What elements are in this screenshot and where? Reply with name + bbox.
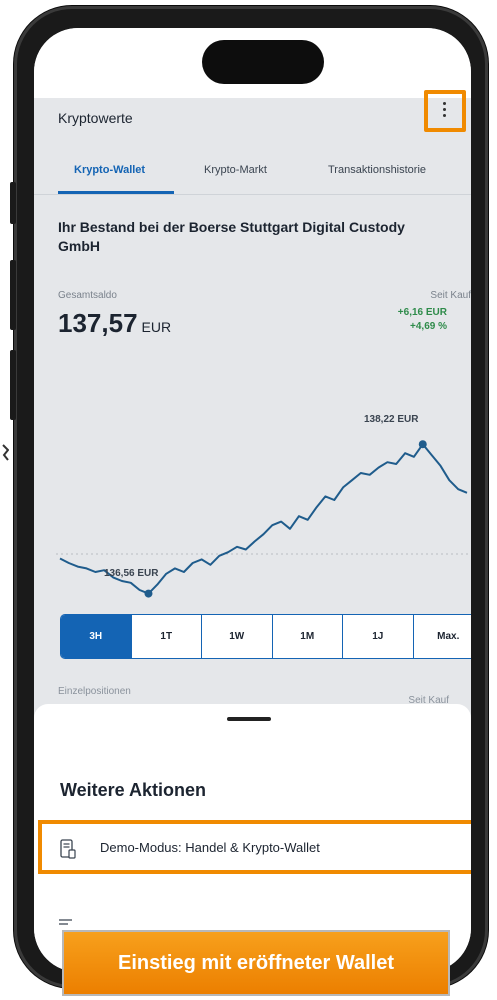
range-option-1w[interactable]: 1W (201, 615, 272, 658)
app-bar (34, 98, 471, 156)
sheet-title: Weitere Aktionen (60, 780, 207, 800)
chart-max-label: 138,22 EUR (364, 414, 419, 425)
gain-absolute: +6,16 EUR (397, 307, 447, 318)
chart-min-label: 136,56 EUR (104, 568, 159, 579)
tab-bar: Krypto-Wallet Krypto-Markt Transaktionsh… (34, 156, 471, 195)
document-device-icon (60, 839, 76, 859)
range-option-max[interactable]: Max. (412, 615, 472, 658)
tab-krypto-wallet[interactable]: Krypto-Wallet (74, 164, 145, 176)
phone-side-button (10, 182, 16, 224)
active-tab-indicator (58, 191, 174, 194)
dynamic-island (202, 40, 324, 84)
sheet-drag-handle[interactable] (227, 717, 271, 721)
holdings-title: Ihr Bestand bei der Boerse Stuttgart Dig… (58, 219, 405, 254)
time-range-selector: 3H 1T 1W 1M 1J Max. (60, 614, 471, 659)
more-vertical-icon (443, 102, 447, 120)
document-icon (59, 919, 72, 925)
price-chart[interactable] (56, 408, 471, 618)
demo-mode-label: Demo-Modus: Handel & Krypto-Wallet (100, 840, 320, 855)
tab-transaktionshistorie[interactable]: Transaktionshistorie (328, 164, 426, 176)
callout-banner: Einstieg mit eröffneter Wallet (62, 930, 450, 996)
chart-min-point (144, 589, 153, 598)
since-purchase-label: Seit Kauf (430, 290, 471, 301)
gain-percent: +4,69 % (410, 321, 447, 332)
phone-side-button (10, 350, 16, 420)
range-option-1m[interactable]: 1M (271, 615, 343, 658)
positions-label: Einzelpositionen (58, 686, 131, 697)
range-option-1j[interactable]: 1J (342, 615, 413, 658)
page-title: Kryptowerte (58, 110, 133, 126)
more-menu-button[interactable] (424, 90, 466, 132)
range-option-3h[interactable]: 3H (61, 615, 131, 658)
demo-mode-action[interactable]: Demo-Modus: Handel & Krypto-Wallet (38, 820, 471, 874)
chart-max-point (418, 440, 427, 449)
tab-krypto-markt[interactable]: Krypto-Markt (204, 164, 267, 176)
phone-screen: Kryptowerte Krypto-Wallet Krypto-Markt T… (34, 28, 471, 972)
stray-mark (2, 444, 9, 461)
range-option-1t[interactable]: 1T (130, 615, 202, 658)
phone-side-button (10, 260, 16, 330)
